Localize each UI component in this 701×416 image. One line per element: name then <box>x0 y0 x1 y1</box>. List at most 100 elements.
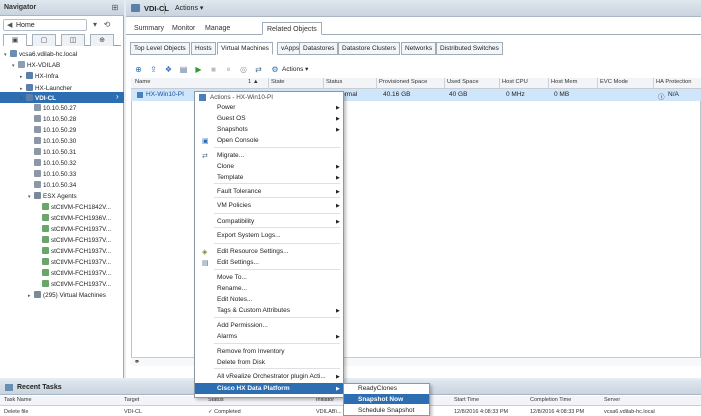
register-vm-icon[interactable]: ❖ <box>163 64 174 75</box>
column-header[interactable]: State <box>271 79 285 85</box>
power-on-icon[interactable]: ▶ <box>193 64 204 75</box>
subtab-networks[interactable]: Networks <box>401 42 437 55</box>
column-divider[interactable] <box>499 78 500 89</box>
tab-related-objects[interactable]: Related Objects <box>262 22 322 35</box>
tree-item[interactable]: ▾ ESX Agents <box>28 192 77 202</box>
menu-item-alarms[interactable]: Alarms <box>217 332 237 342</box>
tree-item[interactable]: 10.10.50.29 <box>28 126 76 136</box>
menu-item-edit-resource-settings[interactable]: Edit Resource Settings... <box>217 247 289 257</box>
row-name[interactable]: HX-Win10-PI <box>146 91 184 98</box>
tab-monitor[interactable]: Monitor <box>168 22 199 35</box>
menu-item-edit-notes[interactable]: Edit Notes... <box>217 295 252 305</box>
menu-item-edit-settings[interactable]: Edit Settings... <box>217 258 259 268</box>
binoculars-icon[interactable]: ⚭ <box>134 358 140 366</box>
task-column-header[interactable]: Start Time <box>454 397 479 403</box>
tree-item[interactable]: ▸ HX-Infra <box>20 72 58 82</box>
column-divider[interactable] <box>597 78 598 89</box>
menu-item-power[interactable]: Power <box>217 103 235 113</box>
column-header[interactable]: Provisioned Space <box>379 79 427 85</box>
tree-item[interactable]: 10.10.50.28 <box>28 115 76 125</box>
tree-item[interactable]: stCtlVM-FCH1937V... <box>36 236 111 246</box>
task-column-header[interactable]: Target <box>124 397 139 403</box>
menu-item-tags-custom-attributes[interactable]: Tags & Custom Attributes <box>217 306 290 316</box>
menu-item-remove-from-inventory[interactable]: Remove from Inventory <box>217 347 285 357</box>
tree-item[interactable]: stCtlVM-FCH1842V... <box>36 203 111 213</box>
menu-item-all-vrealize-orchestrator-plugin-acti[interactable]: All vRealize Orchestrator plugin Acti... <box>217 372 326 382</box>
column-header[interactable]: Used Space <box>447 79 479 85</box>
column-divider[interactable] <box>444 78 445 89</box>
tree-item[interactable]: ▸ HX-Launcher <box>20 84 72 94</box>
column-header[interactable]: HA Protection <box>656 79 691 85</box>
tree-item[interactable]: stCtlVM-FCH1937V... <box>36 225 111 235</box>
tree-item[interactable]: 10.10.50.34 <box>28 181 76 191</box>
tree-item[interactable]: stCtlVM-FCH1937V... <box>36 258 111 268</box>
vm-icon[interactable]: ▤ <box>178 64 189 75</box>
gear-icon[interactable]: ⚙ <box>271 64 279 75</box>
actions-menu-button[interactable]: Actions ▾ <box>175 4 203 12</box>
breadcrumb[interactable]: ◀ Home <box>3 19 87 31</box>
history-dropdown-icon[interactable]: ▾ <box>89 19 101 31</box>
tree-item[interactable]: stCtlVM-FCH1937V... <box>36 280 111 290</box>
chevron-right-icon[interactable]: › <box>116 92 119 101</box>
new-vm-icon[interactable]: ⊕ <box>133 64 144 75</box>
column-divider[interactable] <box>653 78 654 89</box>
column-divider[interactable] <box>323 78 324 89</box>
subtab-distributed-switches[interactable]: Distributed Switches <box>436 42 503 55</box>
menu-item-compatibility[interactable]: Compatibility <box>217 217 254 227</box>
column-divider[interactable] <box>268 78 269 89</box>
menu-item-migrate[interactable]: Migrate... <box>217 151 244 161</box>
tree-item[interactable]: 10.10.50.31 <box>28 148 76 158</box>
column-divider[interactable] <box>548 78 549 89</box>
subtab-top-level-objects[interactable]: Top Level Objects <box>130 42 190 55</box>
menu-item-open-console[interactable]: Open Console <box>217 136 259 146</box>
subtab-datastores[interactable]: Datastores <box>299 42 339 55</box>
vms-templates-tab-icon[interactable]: ▢ <box>32 34 56 46</box>
subtab-datastore-clusters[interactable]: Datastore Clusters <box>338 42 400 55</box>
console-icon[interactable]: ◎ <box>238 64 249 75</box>
tree-item[interactable]: ▾ VDI-CL <box>20 94 56 104</box>
menu-item-snapshots[interactable]: Snapshots <box>217 125 248 135</box>
tree-item[interactable]: stCtlVM-FCH1937V... <box>36 269 111 279</box>
menu-item-delete-from-disk[interactable]: Delete from Disk <box>217 358 265 368</box>
toolbar-actions-button[interactable]: Actions ▾ <box>282 65 308 73</box>
tab-manage[interactable]: Manage <box>201 22 234 35</box>
menu-item-add-permission[interactable]: Add Permission... <box>217 321 268 331</box>
tree-item[interactable]: 10.10.50.27 <box>28 104 76 114</box>
column-header[interactable]: EVC Mode <box>600 79 628 85</box>
network-tab-icon[interactable]: ⊕ <box>90 34 114 46</box>
column-header[interactable]: 1 ▲ <box>248 79 259 85</box>
power-off-icon[interactable]: ■ <box>208 64 219 75</box>
subtab-virtual-machines[interactable]: Virtual Machines <box>217 42 273 55</box>
menu-item-cisco-hx-data-platform[interactable]: Cisco HX Data Platform <box>217 384 290 394</box>
menu-item-fault-tolerance[interactable]: Fault Tolerance <box>217 187 261 197</box>
deploy-ovf-icon[interactable]: ⇪ <box>148 64 159 75</box>
migrate-icon[interactable]: ⇄ <box>253 64 264 75</box>
suspend-icon[interactable]: ⏸ <box>223 64 234 75</box>
tree-item[interactable]: 10.10.50.32 <box>28 159 76 169</box>
column-divider[interactable] <box>376 78 377 89</box>
history-icon[interactable]: ⟲ <box>101 19 113 31</box>
hosts-clusters-tab-icon[interactable]: ▣ <box>3 34 27 46</box>
tree-item[interactable]: ▸ (295) Virtual Machines <box>28 291 106 301</box>
column-header[interactable]: Host CPU <box>502 79 528 85</box>
storage-tab-icon[interactable]: ◫ <box>61 34 85 46</box>
task-column-header[interactable]: Task Name <box>4 397 32 403</box>
submenu-item-schedule-snapshot[interactable]: Schedule Snapshot <box>358 406 414 416</box>
tree-item[interactable]: stCtlVM-FCH1937V... <box>36 247 111 257</box>
menu-item-export-system-logs[interactable]: Export System Logs... <box>217 231 281 241</box>
task-column-header[interactable]: Completion Time <box>530 397 571 403</box>
menu-item-move-to[interactable]: Move To... <box>217 273 247 283</box>
pin-icon[interactable]: ⊞ <box>110 3 120 13</box>
tree-item[interactable]: 10.10.50.33 <box>28 170 76 180</box>
menu-item-template[interactable]: Template <box>217 173 243 183</box>
tab-summary[interactable]: Summary <box>130 22 168 35</box>
submenu-item-snapshot-now[interactable]: Snapshot Now <box>358 395 403 405</box>
tree-item[interactable]: ▾ vcsa6.vdilab-hc.local <box>4 50 77 60</box>
tree-item[interactable]: stCtlVM-FCH1936V... <box>36 214 111 224</box>
menu-item-rename[interactable]: Rename... <box>217 284 247 294</box>
submenu-item-readyclones[interactable]: ReadyClones <box>358 384 397 394</box>
back-arrow-icon[interactable]: ◀ <box>7 21 12 29</box>
column-header[interactable]: Host Mem <box>551 79 577 85</box>
column-header[interactable]: Status <box>326 79 342 85</box>
tree-item[interactable]: 10.10.50.30 <box>28 137 76 147</box>
